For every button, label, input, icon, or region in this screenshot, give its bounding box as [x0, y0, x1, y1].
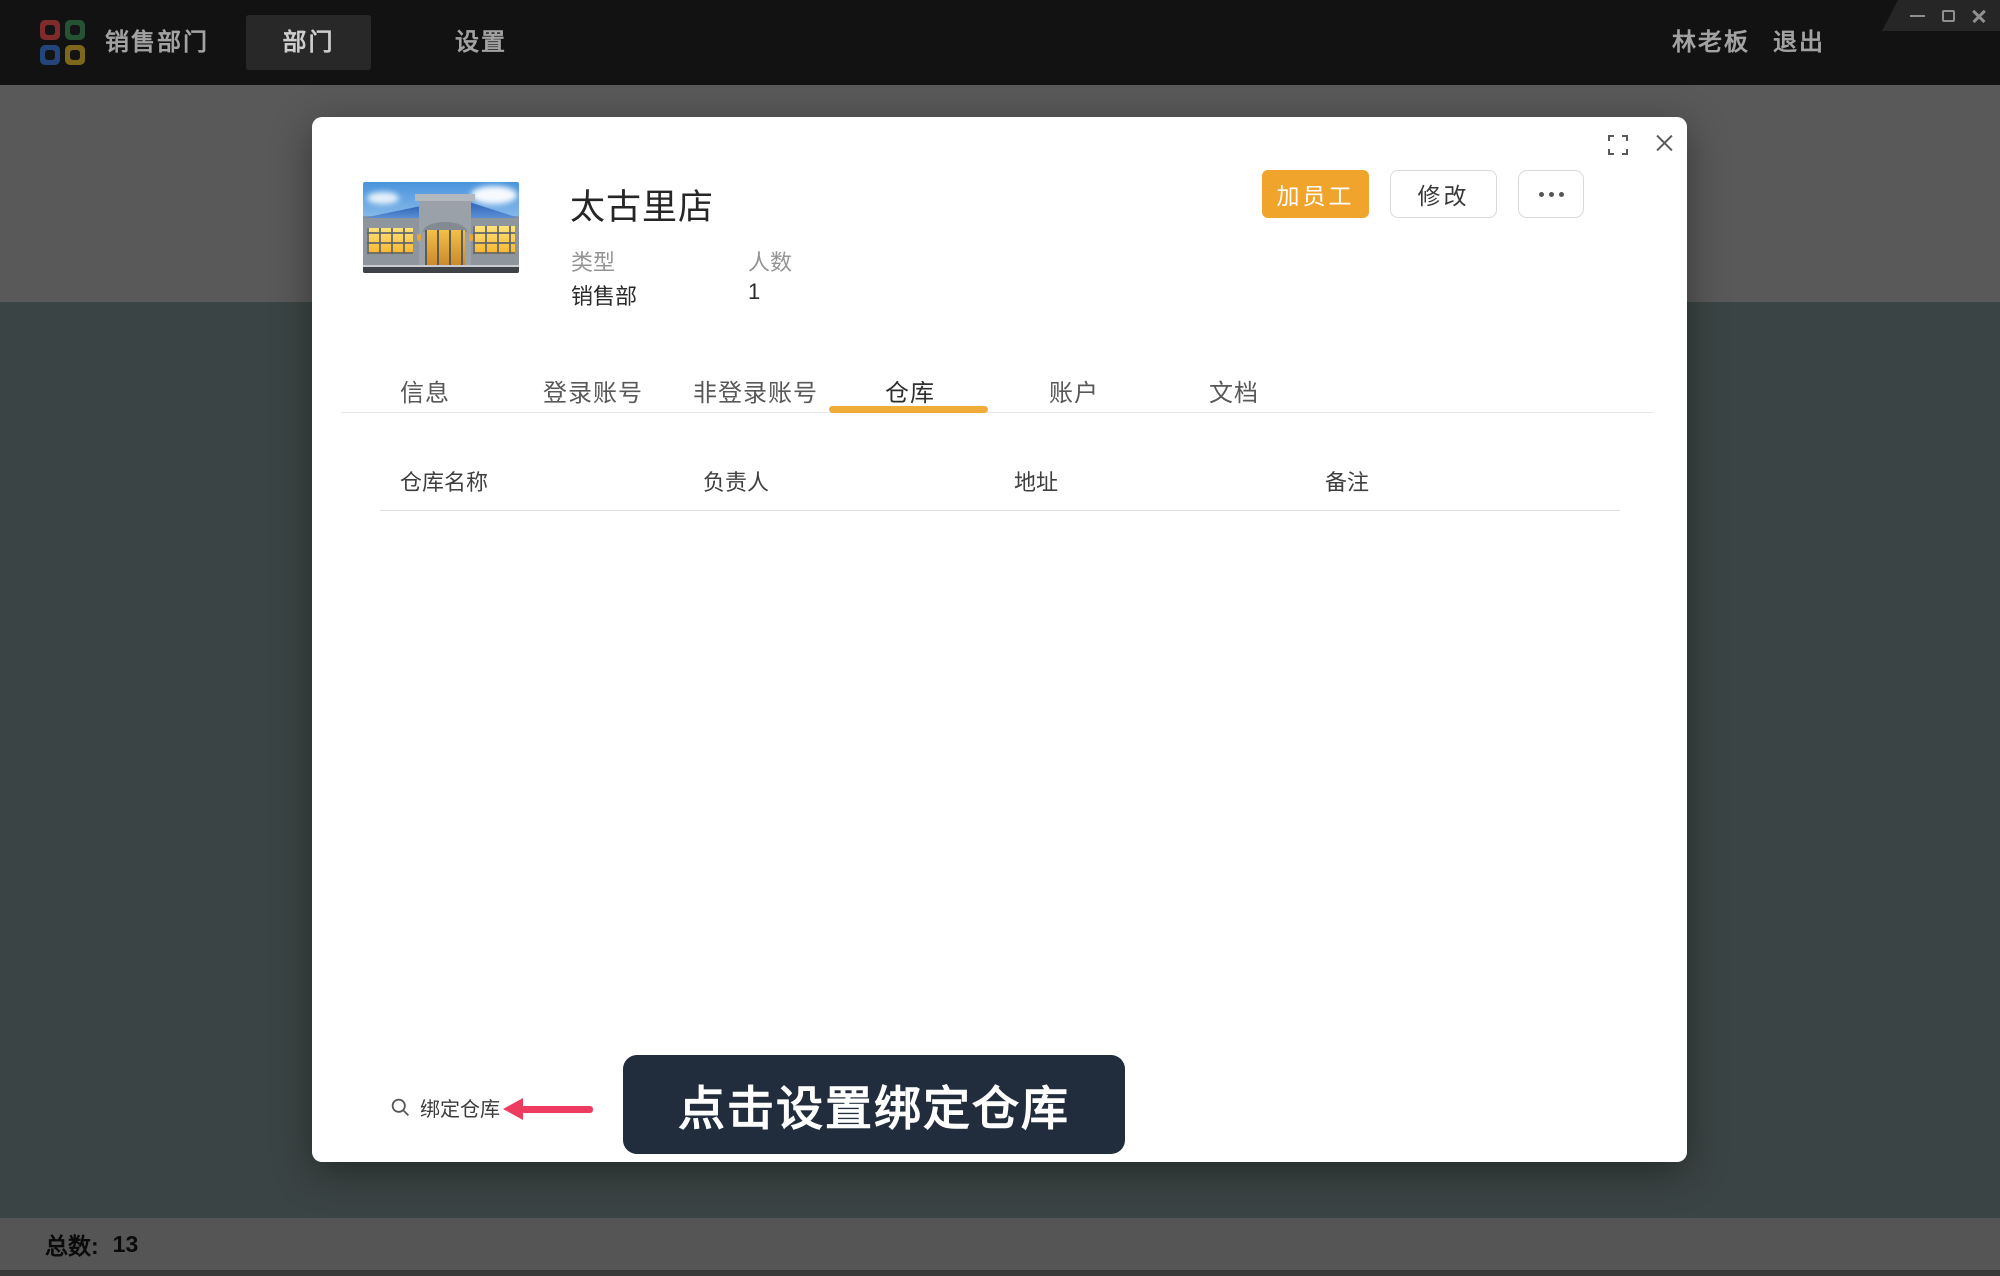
type-value: 销售部	[571, 284, 638, 309]
tab-nonlogin-accounts[interactable]: 非登录账号	[693, 373, 818, 408]
type-label: 类型	[571, 250, 616, 275]
app-title: 销售部门	[105, 29, 209, 56]
table-header-divider	[380, 510, 1620, 511]
bind-warehouse-button[interactable]: 绑定仓库	[390, 1093, 500, 1122]
annotation-tooltip: 点击设置绑定仓库	[623, 1055, 1125, 1154]
store-detail-dialog: 太古里店 类型 人数 销售部 1 加员工 修改 信息 登录账号 非登录账号 仓库…	[312, 117, 1687, 1162]
window-controls	[1882, 0, 2000, 31]
tab-info[interactable]: 信息	[400, 373, 450, 408]
fullscreen-button[interactable]	[1606, 133, 1630, 157]
store-photo	[363, 182, 519, 273]
tab-warehouse[interactable]: 仓库	[885, 373, 935, 408]
tab-login-accounts[interactable]: 登录账号	[543, 373, 643, 408]
more-options-button[interactable]	[1518, 170, 1584, 218]
logout-button[interactable]: 退出	[1773, 0, 1825, 85]
maximize-icon[interactable]	[1942, 9, 1955, 22]
nav-tab-settings[interactable]: 设置	[455, 0, 507, 85]
minimize-icon[interactable]	[1910, 14, 1925, 17]
column-header-address: 地址	[1014, 470, 1059, 495]
column-header-remark: 备注	[1325, 470, 1370, 495]
fullscreen-icon	[1608, 135, 1628, 155]
annotation-arrow	[521, 1106, 593, 1113]
dots-icon	[1538, 191, 1544, 197]
search-icon	[391, 1098, 409, 1116]
bind-warehouse-label: 绑定仓库	[420, 1099, 500, 1121]
close-icon[interactable]	[1972, 9, 1986, 23]
active-tab-indicator	[829, 406, 988, 413]
column-header-manager: 负责人	[703, 470, 770, 495]
nav-tab-department[interactable]: 部门	[246, 15, 371, 70]
annotation-arrow-head-icon	[503, 1098, 523, 1120]
store-title: 太古里店	[570, 188, 715, 227]
annotation-tooltip-text: 点击设置绑定仓库	[678, 1082, 1070, 1135]
dialog-close-button[interactable]	[1652, 131, 1678, 157]
column-header-warehouse-name: 仓库名称	[400, 470, 489, 495]
app-logo-icon	[40, 20, 85, 65]
edit-button[interactable]: 修改	[1390, 170, 1497, 218]
tab-documents[interactable]: 文档	[1209, 373, 1259, 408]
tab-divider	[341, 412, 1654, 413]
user-menu[interactable]: 林老板	[1672, 0, 1750, 85]
tab-accounts[interactable]: 账户	[1049, 373, 1099, 408]
count-label: 人数	[748, 250, 793, 275]
add-employee-button[interactable]: 加员工	[1262, 170, 1369, 218]
count-value: 1	[748, 279, 761, 304]
top-bar: 销售部门 部门 设置 林老板 退出	[0, 0, 2000, 85]
